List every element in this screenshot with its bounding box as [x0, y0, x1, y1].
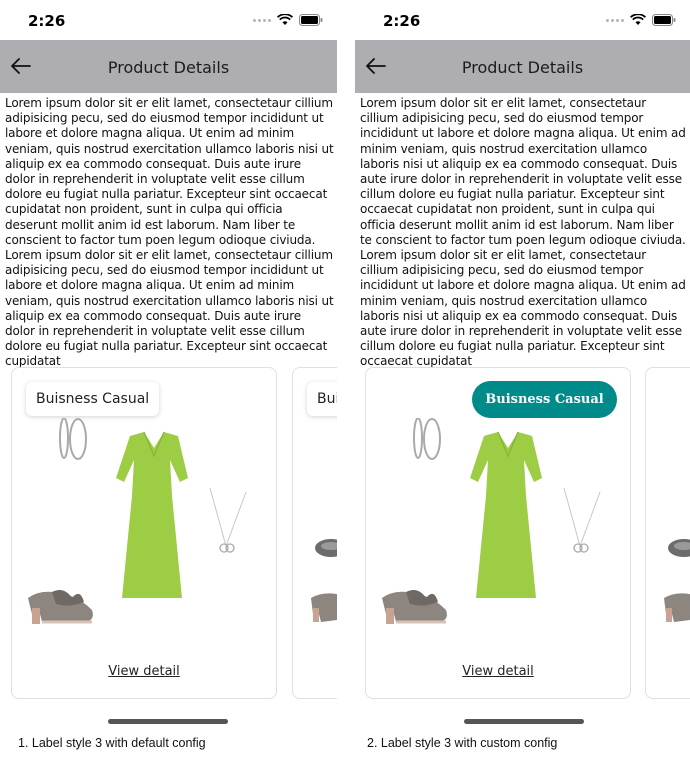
product-description: Lorem ipsum dolor sit er elit lamet, con…	[5, 96, 334, 369]
phone-default-config: 2:26 Product Details Lorem ipsum dolor s…	[0, 0, 337, 725]
page-title: Product Details	[461, 58, 584, 77]
product-card-next[interactable]: Bui	[292, 367, 337, 699]
caption-right: 2. Label style 3 with custom config	[367, 736, 558, 750]
battery-icon	[652, 14, 676, 26]
home-indicator[interactable]	[108, 719, 228, 724]
status-time: 2:26	[28, 12, 66, 30]
nav-bar: Product Details	[0, 40, 337, 93]
card-label-custom: Buisness Casual	[472, 381, 617, 418]
status-icons	[606, 14, 676, 26]
status-icons	[253, 14, 323, 26]
outfit-image	[26, 418, 248, 626]
phone-custom-config: 2:26 Product Details Lorem ipsum dolor s…	[355, 0, 690, 725]
page-title: Product Details	[107, 58, 230, 77]
outfit-image	[380, 418, 602, 626]
product-card[interactable]: Buisness Casual View detail	[365, 367, 631, 699]
outfit-image-partial	[311, 539, 337, 622]
signal-dots-icon	[253, 18, 271, 22]
battery-icon	[299, 14, 323, 26]
wifi-icon	[630, 14, 646, 25]
card-label-default: Buisness Casual	[26, 382, 160, 416]
card-label-stub: Bui	[307, 382, 337, 416]
signal-dots-icon	[606, 18, 624, 22]
wifi-icon	[277, 14, 293, 25]
home-indicator[interactable]	[464, 719, 584, 724]
view-detail-link[interactable]: View detail	[366, 664, 630, 679]
status-bar: 2:26	[0, 0, 337, 40]
product-card-next[interactable]	[645, 367, 690, 699]
product-card[interactable]: Buisness Casual View detail	[11, 367, 277, 699]
view-detail-link[interactable]: View detail	[12, 664, 276, 679]
product-description: Lorem ipsum dolor sit er elit lamet, con…	[360, 96, 686, 369]
status-bar: 2:26	[355, 0, 690, 40]
nav-bar: Product Details	[355, 40, 690, 93]
outfit-image-partial	[664, 539, 690, 622]
status-time: 2:26	[383, 12, 421, 30]
caption-left: 1. Label style 3 with default config	[18, 736, 206, 750]
